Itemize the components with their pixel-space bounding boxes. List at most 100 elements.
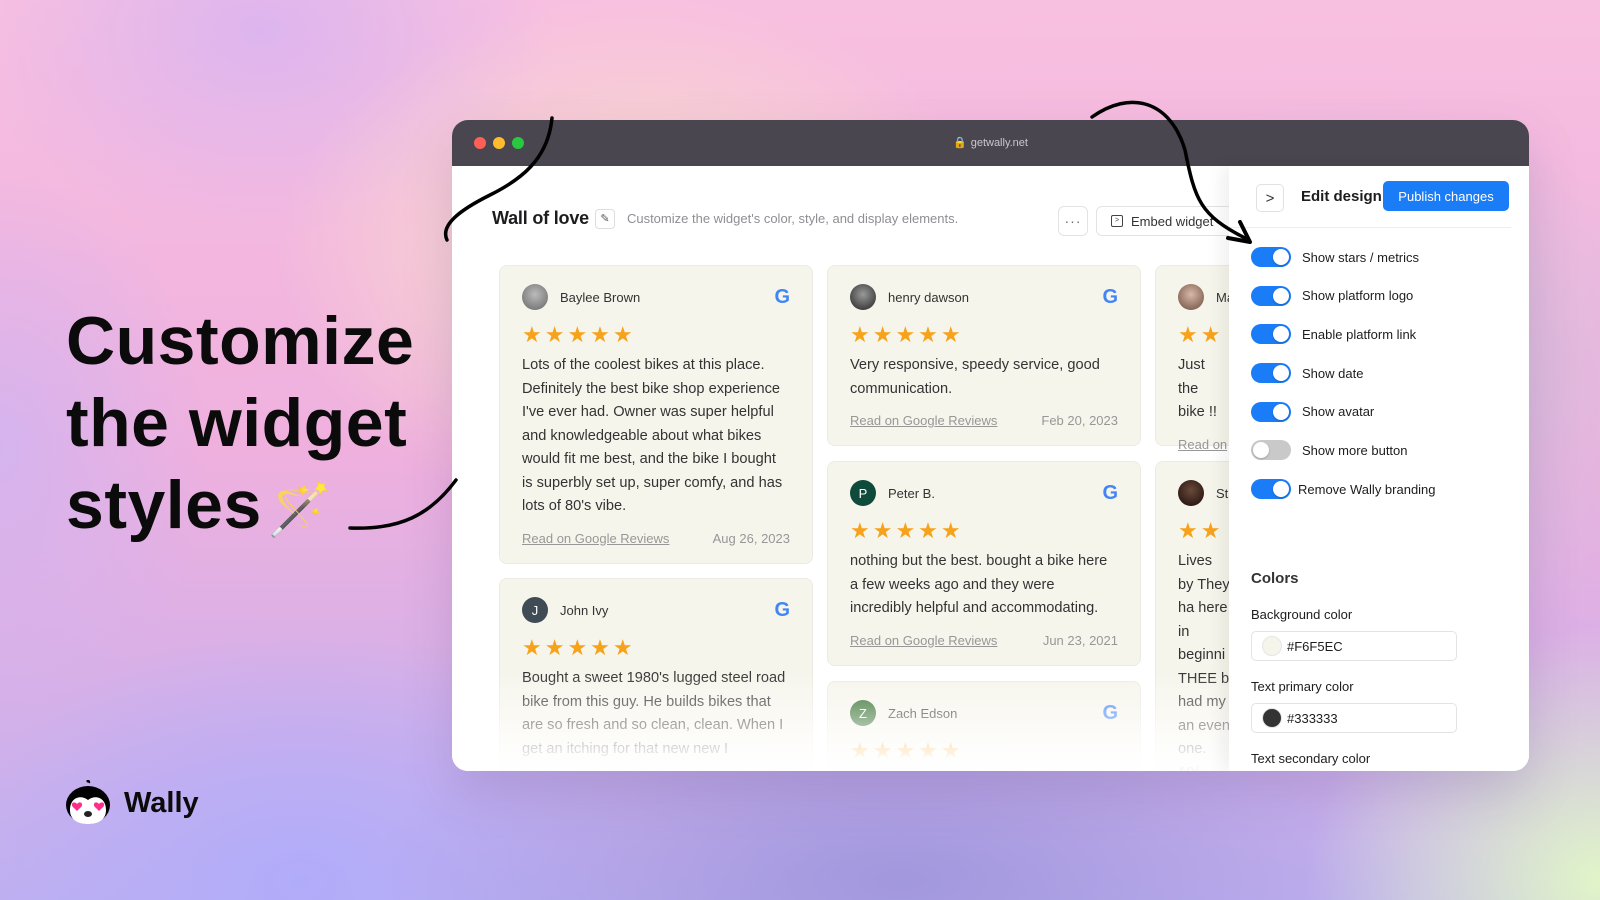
page-subtitle: Customize the widget's color, style, and… (626, 211, 959, 226)
color-label: Text primary color (1251, 679, 1354, 694)
toggle-switch[interactable] (1251, 285, 1291, 306)
read-on-google-link[interactable]: Read on (1178, 437, 1227, 452)
edit-title-button[interactable]: ✎ (594, 208, 615, 229)
toggle-label: Enable platform link (1302, 326, 1417, 342)
review-author: henry dawson (888, 289, 969, 305)
magic-wand-icon: 🪄 (267, 481, 334, 540)
review-card: J John Ivy G ★★★★★ Bought a sweet 1980's… (499, 578, 813, 771)
review-text: Bought a sweet 1980's lugged steel road … (522, 670, 786, 757)
ellipsis-icon: ··· (1064, 213, 1082, 229)
star-rating: ★★★★★ (522, 635, 636, 660)
toggle-show-more-button[interactable]: Show more button (1251, 439, 1436, 461)
review-card: P Peter B. G ★★★★★ nothing but the best.… (827, 461, 1141, 666)
review-text: nothing but the best. bought a bike here… (850, 553, 1108, 616)
color-input[interactable]: #333333 (1251, 703, 1457, 733)
toggle-switch[interactable] (1251, 401, 1291, 422)
review-text: Very responsive, speedy service, good co… (850, 357, 1100, 397)
review-text: Lots of the coolest bikes at this place.… (522, 357, 783, 514)
color-swatch[interactable] (1262, 636, 1282, 656)
star-rating: ★★★★★ (522, 322, 636, 347)
chevron-right-icon: > (1265, 189, 1275, 207)
read-on-google-link[interactable]: Read on Google Reviews (850, 633, 997, 648)
hero-line-2: the widget (66, 385, 408, 461)
review-card: Z Zach Edson G ★★★★★ (827, 681, 1141, 771)
address-bar[interactable]: 🔒 getwally.net (452, 136, 1529, 149)
color-label: Text secondary color (1251, 751, 1371, 766)
url-text: getwally.net (970, 137, 1028, 149)
google-logo-icon: G (774, 285, 790, 308)
page-title: Wall of love (492, 208, 589, 228)
more-options-button[interactable]: ··· (1058, 206, 1088, 236)
avatar: J (522, 597, 548, 623)
star-rating: ★★★★★ (850, 738, 964, 763)
toggle-label: Show avatar (1302, 404, 1375, 420)
browser-titlebar: 🔒 getwally.net (452, 120, 1529, 166)
toggle-label: Show stars / metrics (1302, 249, 1420, 265)
star-rating: ★★★★★ (850, 322, 964, 347)
color-swatch[interactable] (1262, 708, 1282, 728)
embed-widget-button[interactable]: > Embed widget (1096, 206, 1246, 236)
review-text: Just the bike !! (1178, 357, 1217, 420)
toggle-show-avatar[interactable]: Show avatar (1251, 401, 1436, 423)
lock-icon: 🔒 (953, 137, 967, 149)
google-logo-icon: G (1102, 701, 1118, 724)
background-color-field: Background color #F6F5EC (1251, 607, 1457, 661)
avatar (522, 284, 548, 310)
colors-heading: Colors (1251, 570, 1299, 587)
toggle-show-platform-logo[interactable]: Show platform logo (1251, 285, 1436, 307)
review-date: Aug 26, 2023 (712, 530, 790, 546)
google-logo-icon: G (1102, 481, 1118, 504)
toggle-switch[interactable] (1251, 247, 1291, 267)
terminal-icon: > (1111, 215, 1123, 227)
read-on-google-link[interactable]: Read on Google Reviews (850, 413, 997, 428)
toggle-show-date[interactable]: Show date (1251, 362, 1436, 384)
review-date: Feb 20, 2023 (1041, 413, 1118, 428)
collapse-panel-button[interactable]: > (1256, 184, 1284, 212)
toggle-label: Show platform logo (1302, 288, 1414, 304)
review-author: Baylee Brown (560, 289, 641, 305)
hero-line-1: Customize (66, 303, 415, 379)
toggle-label: Remove Wally branding (1298, 481, 1436, 497)
text-secondary-color-field: Text secondary color #979797 (1251, 751, 1457, 771)
toggle-switch[interactable] (1251, 440, 1291, 461)
text-primary-color-field: Text primary color #333333 (1251, 679, 1457, 733)
review-card: Baylee Brown G ★★★★★ Lots of the coolest… (499, 265, 813, 564)
color-value: #333333 (1287, 710, 1338, 726)
toggle-remove-branding[interactable]: Remove Wally branding (1251, 478, 1436, 500)
pencil-icon: ✎ (600, 213, 610, 225)
avatar (1178, 284, 1204, 310)
review-text: Lives by They ha here in beginni THEE b … (1178, 553, 1230, 771)
review-author: Zach Edson (888, 705, 958, 721)
panel-title: Edit design (1301, 188, 1382, 205)
edit-design-panel: > Edit design Publish changes Show stars… (1229, 166, 1529, 771)
toggle-switch[interactable] (1251, 363, 1291, 384)
page-header: Wall of love ✎ Customize the widget's co… (492, 208, 958, 229)
hero-headline: Customize the widget styles 🪄 (66, 300, 414, 551)
star-rating: ★★★★★ (850, 518, 964, 543)
toggle-label: Show more button (1302, 442, 1408, 458)
google-logo-icon: G (1102, 285, 1118, 308)
review-author: Peter B. (888, 485, 935, 501)
publish-changes-button[interactable]: Publish changes (1383, 181, 1509, 211)
toggle-switch[interactable] (1251, 479, 1291, 500)
toggle-show-stars[interactable]: Show stars / metrics (1251, 246, 1436, 268)
color-input[interactable]: #F6F5EC (1251, 631, 1457, 661)
color-label: Background color (1251, 607, 1353, 622)
review-card: henry dawson G ★★★★★ Very responsive, sp… (827, 265, 1141, 446)
toggle-switch[interactable] (1251, 324, 1291, 345)
display-toggles: Show stars / metrics Show platform logo … (1251, 246, 1436, 517)
avatar (850, 284, 876, 310)
penguin-logo-icon (66, 780, 110, 824)
toggle-label: Show date (1302, 365, 1364, 381)
brand-name: Wally (124, 786, 199, 819)
review-author: John Ivy (560, 602, 609, 618)
read-on-google-link[interactable]: Read on Google Reviews (522, 531, 669, 546)
browser-window: 🔒 getwally.net Wall of love ✎ Customize t… (452, 120, 1529, 771)
toggle-enable-platform-link[interactable]: Enable platform link (1251, 323, 1436, 345)
brand: Wally (64, 780, 199, 826)
google-logo-icon: G (774, 598, 790, 621)
color-value: #F6F5EC (1287, 638, 1343, 654)
embed-widget-label: Embed widget (1131, 213, 1214, 229)
page-content: Wall of love ✎ Customize the widget's co… (452, 166, 1529, 771)
avatar (1178, 480, 1204, 506)
